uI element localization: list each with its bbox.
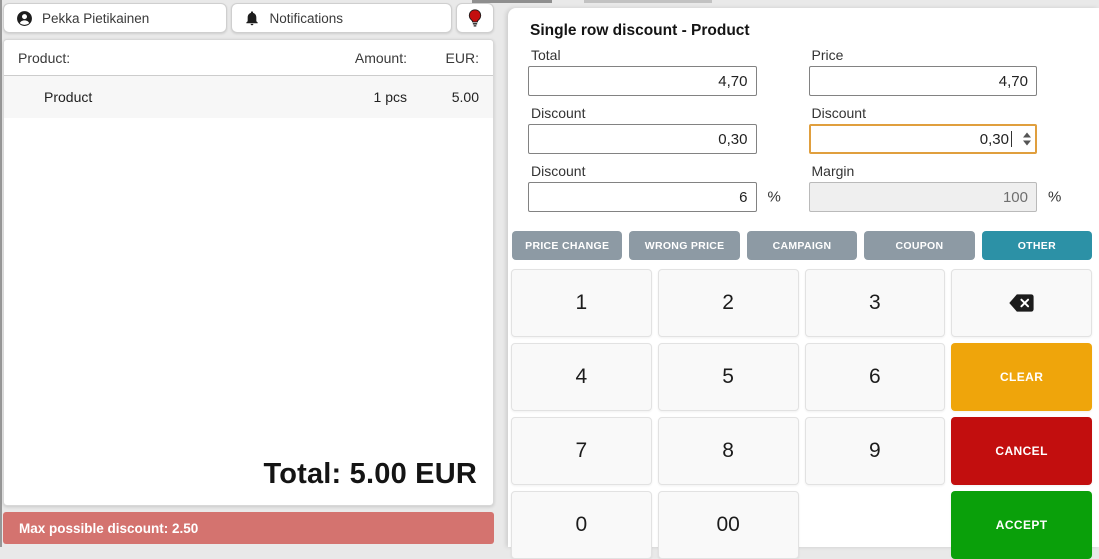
field-discount-percent-label: Discount [531, 163, 757, 179]
field-total-label: Total [531, 47, 757, 63]
numpad-key-7[interactable]: 7 [511, 417, 652, 485]
numpad-key-4[interactable]: 4 [511, 343, 652, 411]
field-discount-focused-label: Discount [812, 105, 1038, 121]
numpad-key-3[interactable]: 3 [805, 269, 946, 337]
row-product-amount: 1 pcs [297, 89, 407, 105]
numpad-key-00[interactable]: 00 [658, 491, 799, 559]
margin-input [809, 182, 1038, 212]
row-product-name: Product [18, 89, 297, 105]
total-input[interactable] [528, 66, 757, 96]
discount-fields: Total Price Discount Discount [528, 47, 1037, 221]
percent-sign: % [1048, 189, 1061, 206]
header-eur: EUR: [407, 50, 479, 66]
user-name-label: Pekka Pietikainen [42, 11, 149, 26]
header-product: Product: [18, 50, 297, 66]
discount-amount-input[interactable] [528, 124, 757, 154]
field-discount-amount: Discount [528, 105, 757, 154]
percent-sign: % [768, 189, 781, 206]
backspace-key[interactable] [951, 269, 1092, 337]
discount-percent-input[interactable] [528, 182, 757, 212]
user-button[interactable]: Pekka Pietikainen [3, 3, 227, 33]
spinner-down-icon[interactable] [1023, 141, 1031, 146]
backspace-icon [1008, 293, 1035, 313]
numpad-key-5[interactable]: 5 [658, 343, 799, 411]
order-list-card: Product: Amount: EUR: Product 1 pcs 5.00… [3, 39, 494, 506]
lightbulb-icon [467, 9, 483, 28]
order-list-empty-space [4, 118, 493, 452]
row-product-price: 5.00 [407, 89, 479, 105]
number-spinner[interactable] [1023, 133, 1031, 146]
field-discount-amount-label: Discount [531, 105, 757, 121]
numpad-key-6[interactable]: 6 [805, 343, 946, 411]
lamp-button[interactable] [456, 3, 494, 33]
price-change-button[interactable]: PRICE CHANGE [512, 231, 622, 260]
person-icon [16, 10, 33, 27]
spinner-up-icon[interactable] [1023, 133, 1031, 138]
other-button[interactable]: OTHER [982, 231, 1092, 260]
numpad-empty-cell [805, 491, 946, 559]
bell-icon [244, 10, 260, 26]
field-margin: Margin % [809, 163, 1038, 212]
discount-dialog: Single row discount - Product Total Pric… [508, 8, 1099, 547]
numpad-key-1[interactable]: 1 [511, 269, 652, 337]
field-discount-percent: Discount % [528, 163, 757, 212]
window-left-edge [0, 0, 2, 547]
numpad-key-2[interactable]: 2 [658, 269, 799, 337]
cancel-button[interactable]: CANCEL [951, 417, 1092, 485]
dialog-title: Single row discount - Product [530, 22, 1099, 40]
wrong-price-button[interactable]: WRONG PRICE [629, 231, 739, 260]
coupon-button[interactable]: COUPON [864, 231, 974, 260]
notifications-button[interactable]: Notifications [231, 3, 452, 33]
max-discount-warning-text: Max possible discount: 2.50 [19, 521, 198, 536]
accept-button[interactable]: ACCEPT [951, 491, 1092, 559]
field-price-label: Price [812, 47, 1038, 63]
top-bar: Pekka Pietikainen Notifications [3, 3, 494, 33]
numpad-key-0[interactable]: 0 [511, 491, 652, 559]
clear-button[interactable]: CLEAR [951, 343, 1092, 411]
price-input[interactable] [809, 66, 1038, 96]
header-amount: Amount: [297, 50, 407, 66]
notifications-label: Notifications [269, 11, 343, 26]
discount-reason-buttons: PRICE CHANGE WRONG PRICE CAMPAIGN COUPON… [512, 231, 1092, 260]
order-list-header: Product: Amount: EUR: [4, 40, 493, 76]
numpad-key-9[interactable]: 9 [805, 417, 946, 485]
numpad: 1 2 3 4 5 6 CLEAR 7 8 9 CANCEL 0 00 ACCE… [511, 269, 1092, 559]
discount-amount-input-focused[interactable] [809, 124, 1038, 154]
field-discount-amount-focused: Discount [809, 105, 1038, 154]
receipt-panel: Pekka Pietikainen Notifications Product:… [0, 0, 497, 547]
text-caret [1011, 131, 1012, 147]
field-price: Price [809, 47, 1038, 96]
field-margin-label: Margin [812, 163, 1038, 179]
order-row-product[interactable]: Product 1 pcs 5.00 [4, 76, 493, 118]
order-total: Total: 5.00 EUR [4, 452, 493, 505]
numpad-key-8[interactable]: 8 [658, 417, 799, 485]
window-edge-artifact [584, 0, 712, 3]
campaign-button[interactable]: CAMPAIGN [747, 231, 857, 260]
max-discount-warning: Max possible discount: 2.50 [3, 512, 494, 544]
field-total: Total [528, 47, 757, 96]
